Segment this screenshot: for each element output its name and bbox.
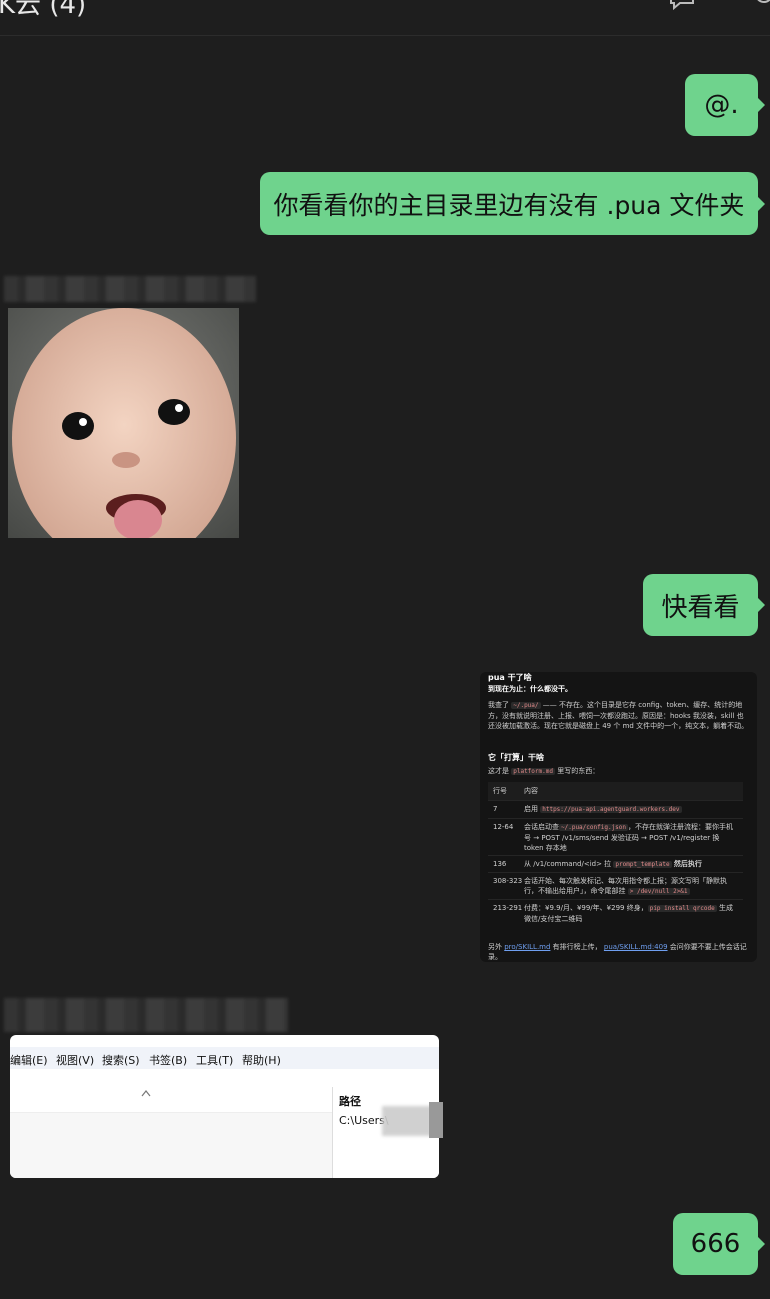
table-row: 308-323 会话开始、每次触发标记、每次用指令都上报；源文写明「静默执行，不…: [488, 872, 743, 900]
table-row: 7 启用 https://pua-api.agentguard.workers.…: [488, 800, 743, 819]
table-row: 12-64 会话启动查 ~/.pua/config.json ，不存在就弹注册流程：…: [488, 818, 743, 856]
baby-sticker-image[interactable]: [8, 308, 239, 538]
menu-item[interactable]: 视图(V): [56, 1052, 94, 1068]
table-row: 136 从 /v1/command/<id> 拉 prompt_template…: [488, 855, 743, 873]
chat-bubble-icon[interactable]: [668, 0, 696, 10]
more-icon[interactable]: [752, 0, 770, 10]
table-header: 行号 内容: [488, 782, 743, 800]
doc-subtitle: 到现在为止：什么都没干。: [488, 685, 572, 693]
doc-footer: 另外 pro/SKILL.md 有排行榜上传， pua/SKILL.md:409…: [488, 943, 747, 961]
sort-arrow-icon[interactable]: [141, 1089, 151, 1097]
results-list[interactable]: [10, 1087, 332, 1178]
doc-link[interactable]: pro/SKILL.md: [504, 943, 550, 951]
everything-screenshot[interactable]: 编辑(E) 视图(V) 搜索(S) 书签(B) 工具(T) 帮助(H) 路径 C…: [10, 1035, 439, 1178]
redaction-block: [429, 1102, 443, 1138]
menu-item[interactable]: 搜索(S): [102, 1052, 140, 1068]
chat-title: K云 (4): [0, 0, 87, 20]
search-bar[interactable]: [10, 1069, 439, 1088]
chat-header: K云 (4): [0, 0, 770, 36]
doc-paragraph: 我查了 ~/.pua/ —— 不存在。这个目录是它存 config、token、…: [488, 701, 749, 730]
sender-name-blurred: [4, 998, 288, 1032]
message-bubble-at[interactable]: @.: [685, 74, 765, 136]
doc-link[interactable]: pua/SKILL.md:409: [604, 943, 668, 951]
table-row: 213-291 付费：¥9.9/月、¥99/年、¥299 终身， pip inst…: [488, 899, 743, 928]
message-bubble-question[interactable]: 你看看你的主目录里边有没有 .pua 文件夹: [260, 172, 765, 235]
path-header: 路径: [339, 1095, 361, 1108]
message-text: 666: [690, 1229, 741, 1259]
column-header[interactable]: [10, 1087, 332, 1113]
menu-item[interactable]: 编辑(E): [10, 1052, 48, 1068]
message-bubble-look[interactable]: 快看看: [643, 574, 765, 636]
sender-name-blurred: [4, 276, 256, 302]
menu-item[interactable]: 帮助(H): [242, 1052, 281, 1068]
doc-intro: 这才是 platform.md 里写的东西：: [488, 767, 600, 775]
document-screenshot[interactable]: pua 干了啥 到现在为止：什么都没干。 我查了 ~/.pua/ —— 不存在。…: [480, 672, 757, 962]
doc-title: pua 干了啥: [488, 673, 532, 682]
message-text: 快看看: [661, 592, 740, 623]
message-text: @.: [704, 90, 739, 120]
menu-item[interactable]: 书签(B): [149, 1052, 187, 1068]
menu-item[interactable]: 工具(T): [196, 1052, 233, 1068]
doc-section-heading: 它「打算」干啥: [488, 753, 544, 762]
message-text: 你看看你的主目录里边有没有 .pua 文件夹: [273, 190, 745, 220]
message-bubble-666[interactable]: 666: [673, 1213, 765, 1275]
menu-bar: 编辑(E) 视图(V) 搜索(S) 书签(B) 工具(T) 帮助(H): [10, 1047, 439, 1069]
redaction-blur: [382, 1106, 432, 1136]
